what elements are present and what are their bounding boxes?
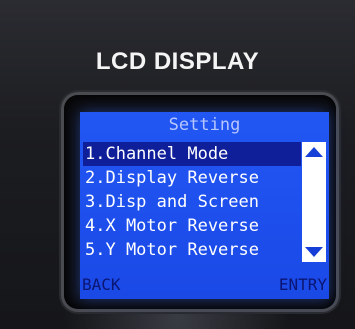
menu-item-display-reverse[interactable]: 2.Display Reverse (83, 166, 301, 190)
panel-label: LCD DISPLAY (95, 48, 260, 75)
entry-softkey[interactable]: ENTRY (279, 271, 327, 299)
menu-item-x-motor-reverse[interactable]: 4.X Motor Reverse (83, 214, 301, 238)
lcd-screen: Setting 1.Channel Mode 2.Display Reverse… (80, 112, 329, 299)
softkey-bar: BACK ENTRY (80, 271, 329, 299)
menu-item-channel-mode[interactable]: 1.Channel Mode (83, 142, 301, 166)
settings-menu: 1.Channel Mode 2.Display Reverse 3.Disp … (83, 142, 301, 262)
back-softkey[interactable]: BACK (82, 271, 121, 299)
menu-item-y-motor-reverse[interactable]: 5.Y Motor Reverse (83, 238, 301, 262)
triangle-down-icon[interactable] (305, 247, 323, 257)
scrollbar[interactable] (302, 142, 326, 262)
screen-title: Setting (168, 115, 241, 135)
menu-item-disp-and-screen[interactable]: 3.Disp and Screen (83, 190, 301, 214)
triangle-up-icon[interactable] (305, 147, 323, 157)
